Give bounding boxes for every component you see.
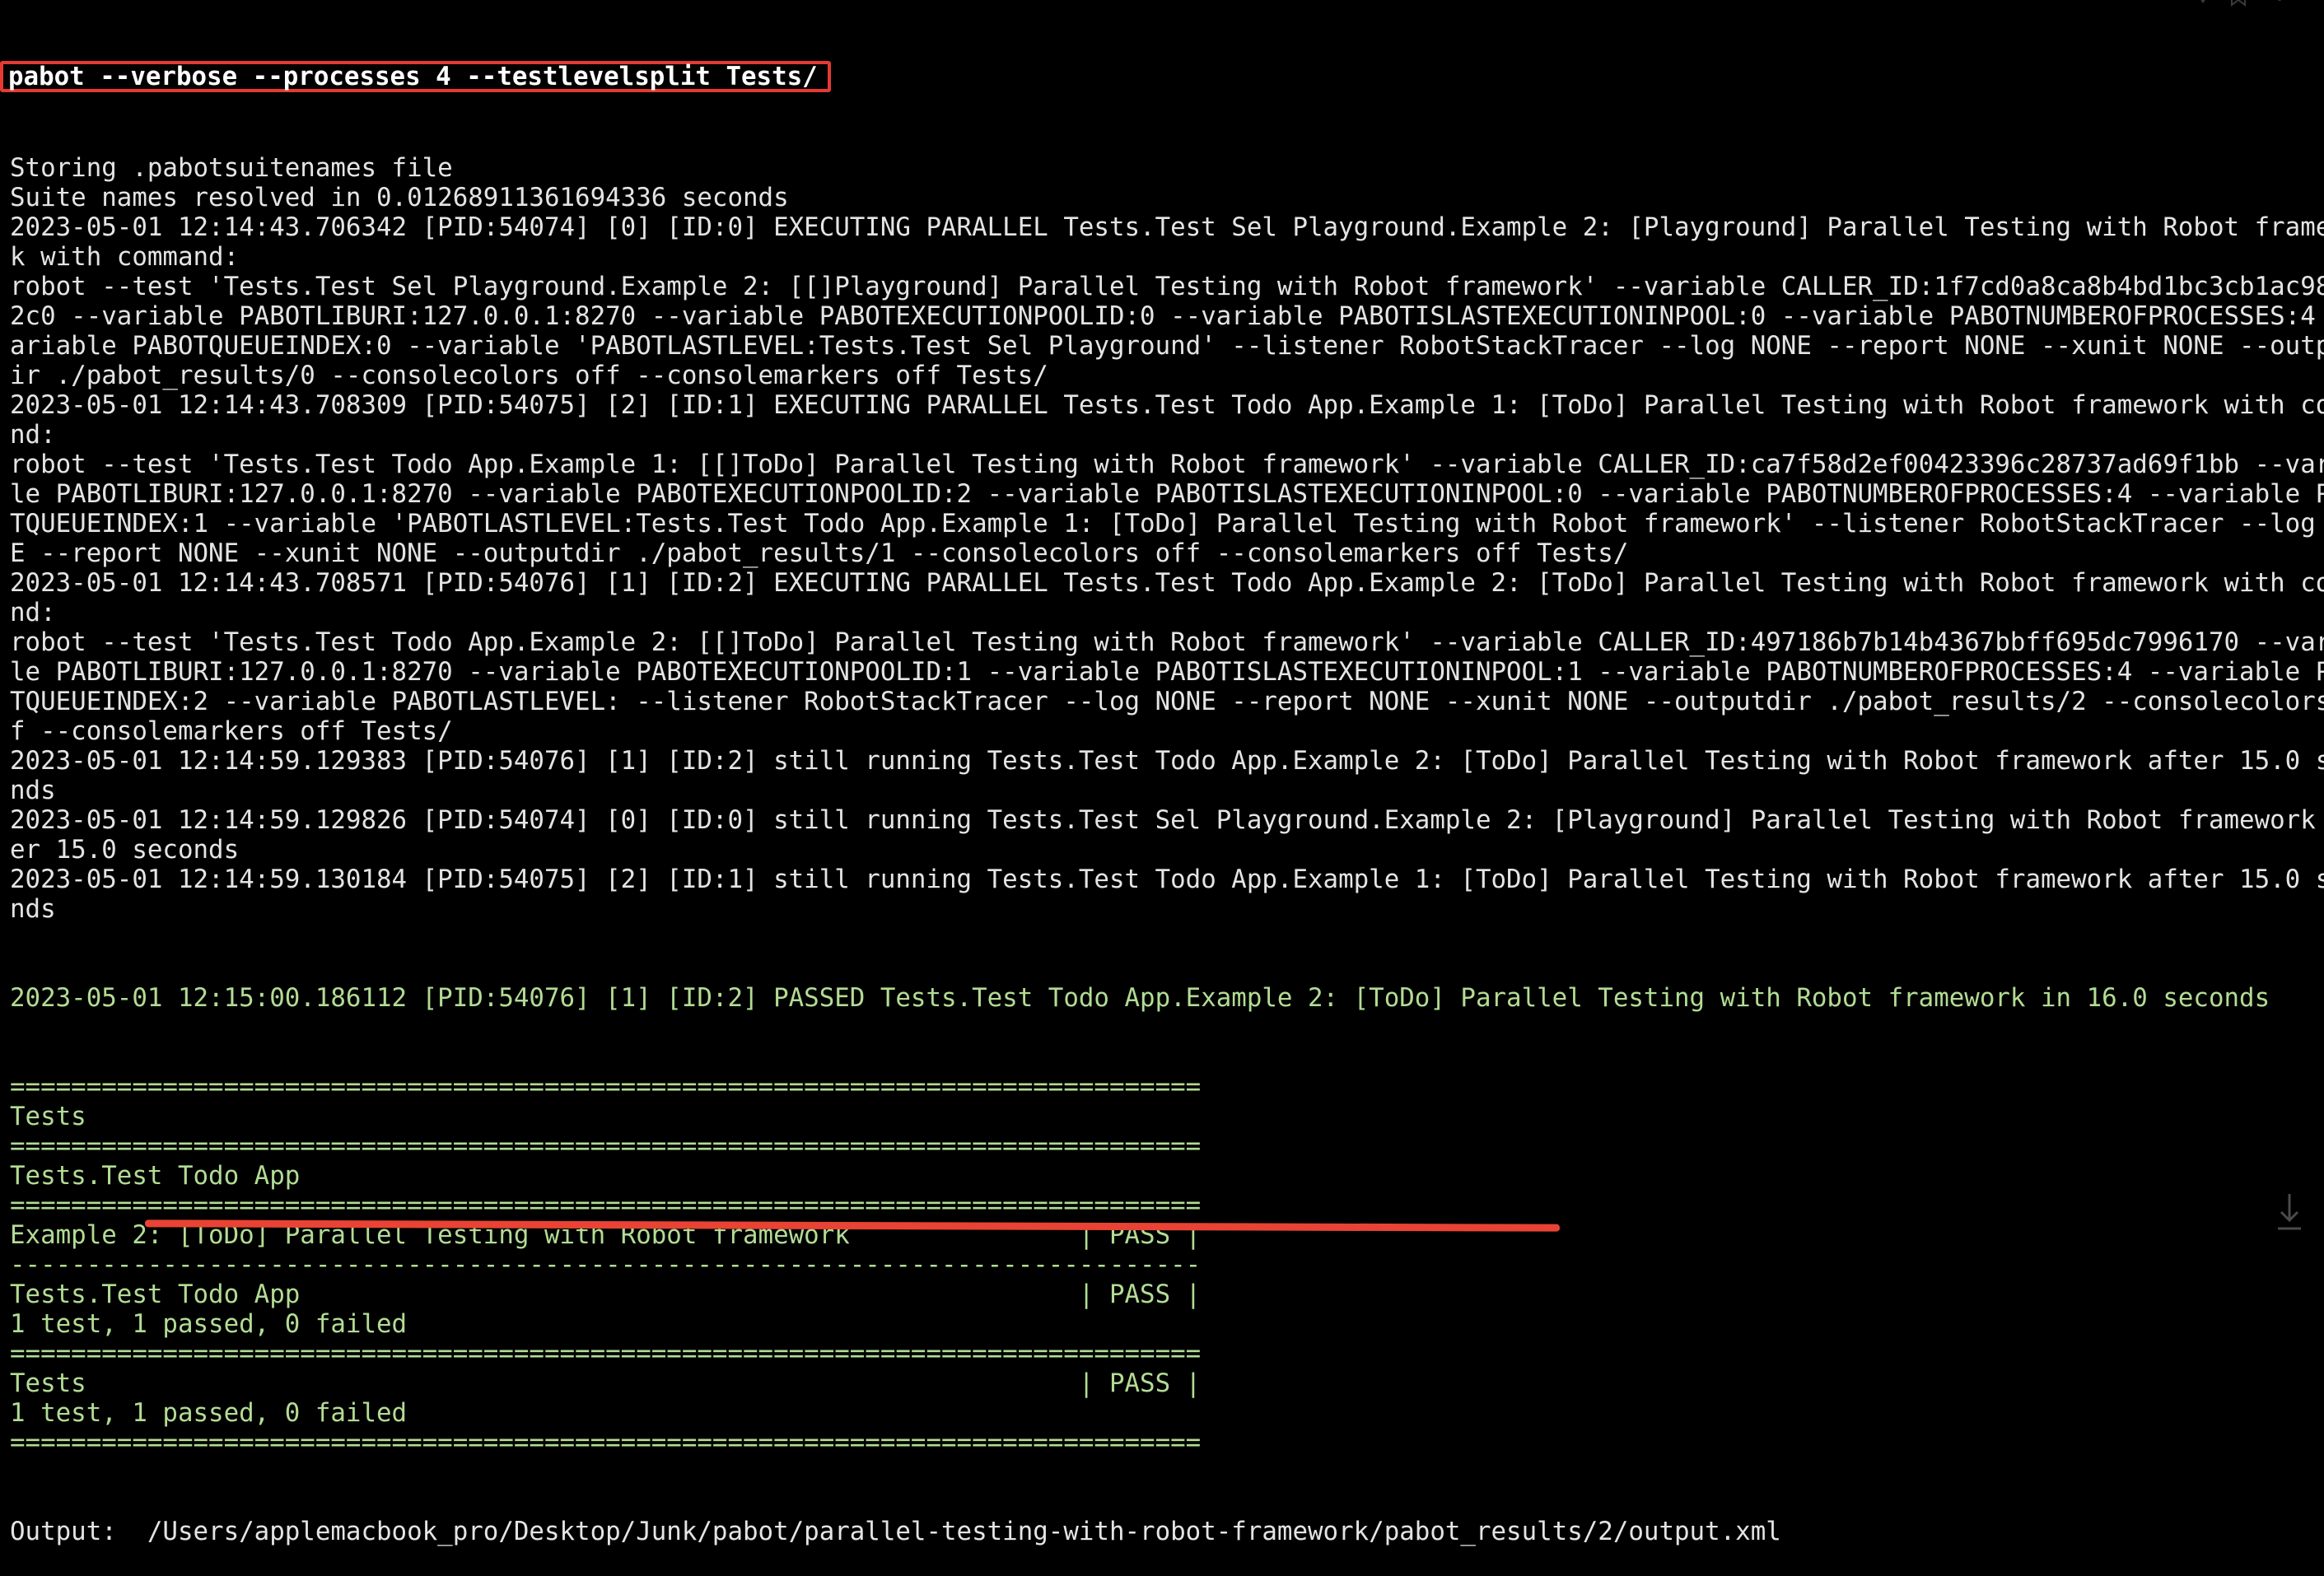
log-line: ariable PABOTQUEUEINDEX:0 --variable 'PA…	[10, 331, 2324, 361]
log-line: TQUEUEINDEX:1 --variable 'PABOTLASTLEVEL…	[10, 509, 2324, 539]
summary-line: ========================================…	[10, 1072, 1202, 1102]
log-line: er 15.0 seconds	[10, 835, 240, 865]
log-line: 2023-05-01 12:14:43.708571 [PID:54076] […	[10, 568, 2324, 598]
summary-line: ========================================…	[10, 1428, 1202, 1457]
highlighted-command: pabot --verbose --processes 4 --testleve…	[0, 61, 831, 92]
log-line: k with command:	[10, 242, 240, 272]
window-controls	[2192, 0, 2291, 16]
log-line: 2023-05-01 12:14:59.129383 [PID:54076] […	[10, 746, 2324, 776]
summary-line: Tests | PASS |	[10, 1369, 1202, 1398]
log-line: nds	[10, 894, 56, 924]
summary-block: ========================================…	[10, 1072, 2316, 1457]
log-line: 2023-05-01 12:14:59.130184 [PID:54075] […	[10, 865, 2324, 894]
log-line: 2023-05-01 12:14:43.706342 [PID:54074] […	[10, 212, 2324, 242]
summary-line: Tests.Test Todo App | PASS |	[10, 1280, 1202, 1309]
summary-line: 1 test, 1 passed, 0 failed	[10, 1309, 408, 1339]
play-icon[interactable]	[2192, 0, 2215, 10]
log-line: 2c0 --variable PABOTLIBURI:127.0.0.1:827…	[10, 301, 2324, 331]
log-line: f --consolemarkers off Tests/	[10, 716, 453, 746]
log-line: nd:	[10, 598, 56, 627]
summary-line: ========================================…	[10, 1191, 1202, 1220]
log-line: Suite names resolved in 0.01268911361694…	[10, 183, 789, 212]
more-icon[interactable]	[2268, 0, 2291, 10]
log-line: le PABOTLIBURI:127.0.0.1:8270 --variable…	[10, 479, 2324, 509]
summary-line: Tests	[10, 1102, 86, 1131]
summary-line: ========================================…	[10, 1131, 1202, 1161]
output-path-line: Output: /Users/applemacbook_pro/Desktop/…	[10, 1517, 1781, 1546]
log-line: ir ./pabot_results/0 --consolecolors off…	[10, 361, 1048, 390]
log-line: robot --test 'Tests.Test Todo App.Exampl…	[10, 450, 2324, 479]
log-line: 2023-05-01 12:14:59.129826 [PID:54074] […	[10, 805, 2324, 835]
scroll-to-bottom-icon[interactable]	[2273, 1189, 2306, 1235]
log-line: robot --test 'Tests.Test Todo App.Exampl…	[10, 627, 2324, 657]
terminal-output[interactable]: pabot --verbose --processes 4 --testleve…	[0, 0, 2324, 1546]
passed-line: 2023-05-01 12:15:00.186112 [PID:54076] […	[10, 983, 2270, 1013]
summary-line: Tests.Test Todo App	[10, 1161, 301, 1191]
log-line: le PABOTLIBURI:127.0.0.1:8270 --variable…	[10, 657, 2324, 687]
command-line: pabot --verbose --processes 4 --testleve…	[0, 59, 2316, 94]
summary-line: ----------------------------------------…	[10, 1250, 1202, 1280]
log-line: Storing .pabotsuitenames file	[10, 153, 453, 183]
bookmark-icon[interactable]	[2227, 0, 2250, 10]
summary-line: 1 test, 1 passed, 0 failed	[10, 1398, 408, 1428]
summary-line: ========================================…	[10, 1339, 1202, 1369]
log-lines: Storing .pabotsuitenames file Suite names…	[10, 153, 2324, 924]
log-line: robot --test 'Tests.Test Sel Playground.…	[10, 272, 2324, 301]
log-line: nds	[10, 776, 56, 805]
log-line: E --report NONE --xunit NONE --outputdir…	[10, 539, 1629, 568]
log-line: nd:	[10, 420, 56, 450]
log-line: 2023-05-01 12:14:43.708309 [PID:54075] […	[10, 390, 2324, 420]
log-line: TQUEUEINDEX:2 --variable PABOTLASTLEVEL:…	[10, 687, 2324, 716]
